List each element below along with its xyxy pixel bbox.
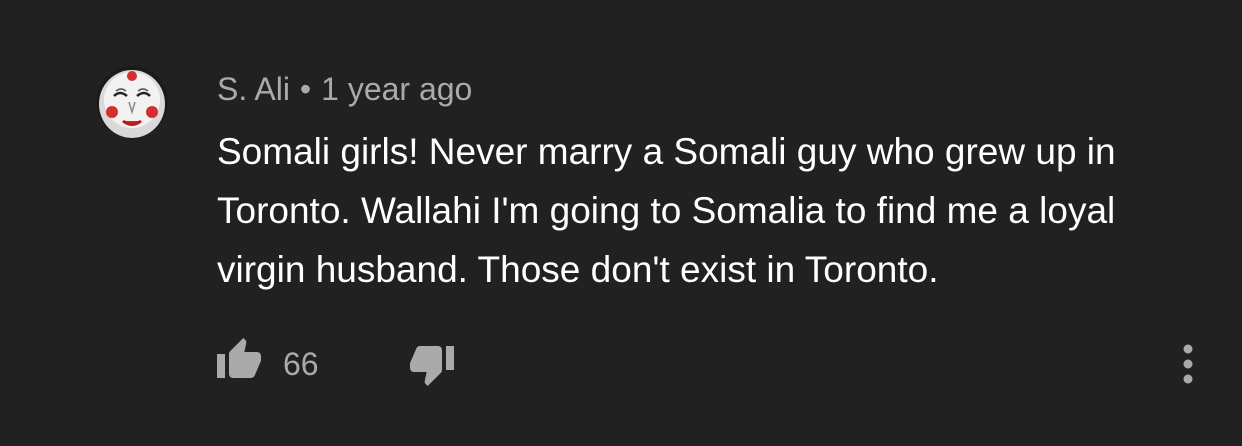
comment-meta: S. Ali • 1 year ago: [217, 69, 472, 109]
comment-card: S. Ali • 1 year ago Somali girls! Never ma…: [0, 0, 1242, 446]
mask-face-icon: [96, 66, 168, 138]
more-options-button[interactable]: [1168, 340, 1208, 390]
author-name[interactable]: S. Ali: [217, 71, 290, 107]
avatar[interactable]: [96, 66, 168, 138]
meta-separator: •: [299, 71, 312, 107]
thumb-down-icon: [410, 346, 454, 386]
comment-time[interactable]: 1 year ago: [321, 71, 472, 107]
comment-text: Somali girls! Never marry a Somali guy w…: [217, 131, 1116, 290]
more-vertical-icon: [1183, 344, 1193, 384]
thumb-up-icon: [217, 338, 261, 378]
like-button[interactable]: [215, 336, 267, 388]
like-count: 66: [283, 346, 319, 382]
dislike-button[interactable]: [408, 340, 460, 392]
